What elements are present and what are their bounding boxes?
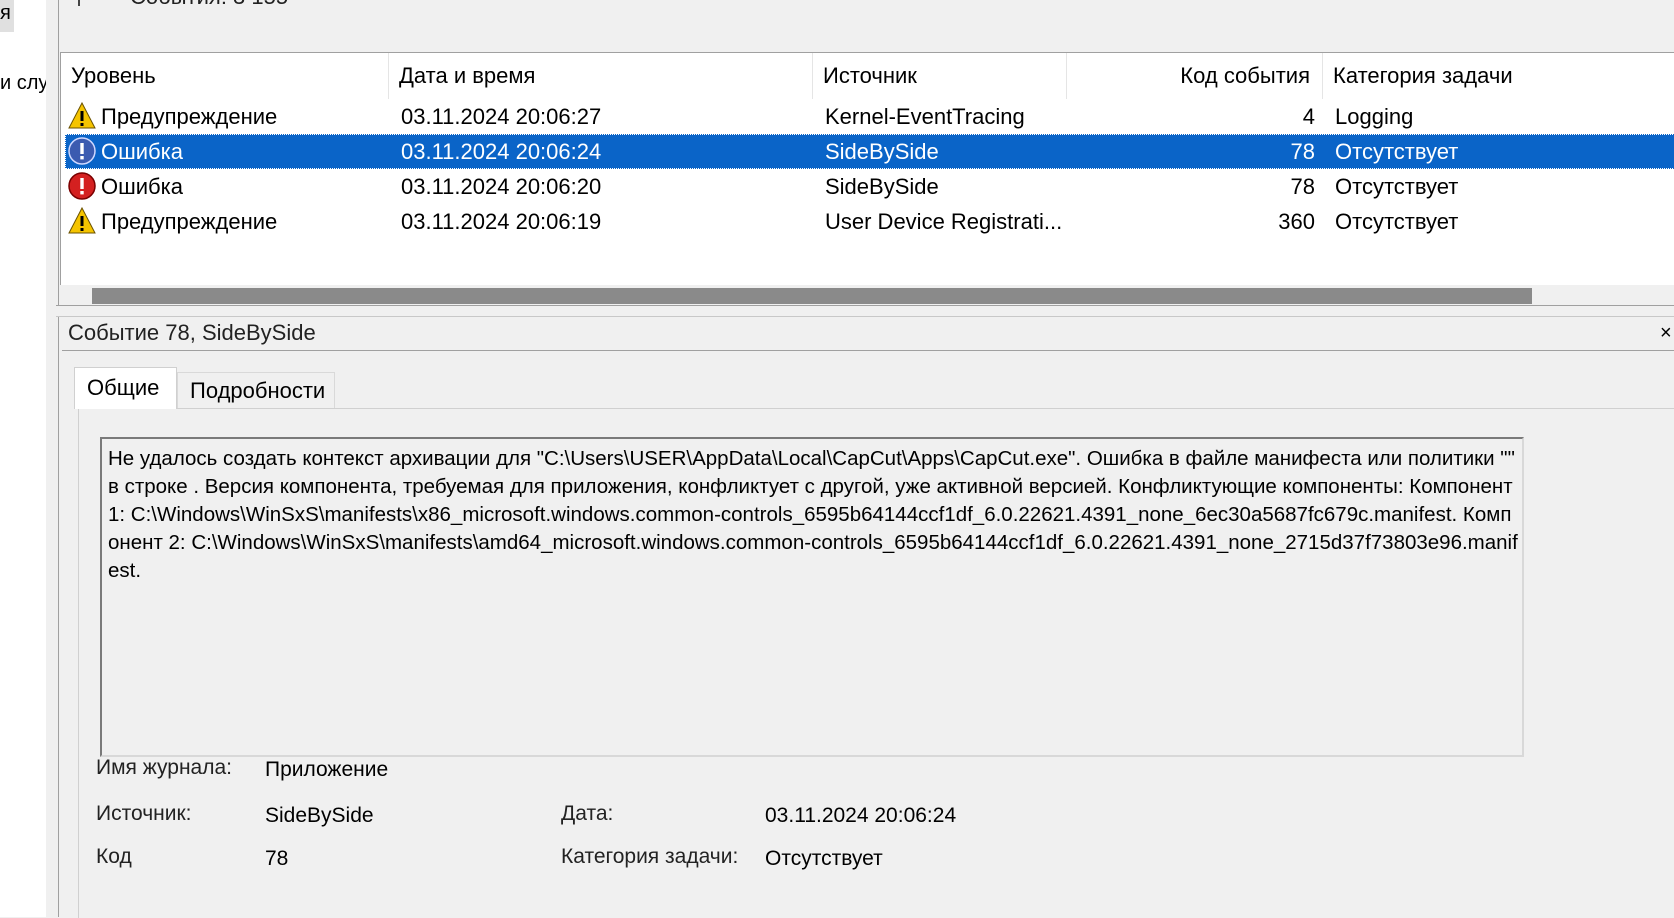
date-cell: 03.11.2024 20:06:27 [401, 104, 602, 129]
close-icon[interactable]: × [1660, 322, 1672, 345]
source-label: Источник: [96, 802, 192, 825]
table-row[interactable]: Ошибка 03.11.2024 20:06:20 SideBySide 78 Отс… [65, 169, 1674, 204]
category-cell: Отсутствует [1335, 209, 1459, 234]
column-header-category[interactable]: Категория задачи [1323, 53, 1674, 99]
column-header-code[interactable]: Код события [1067, 53, 1323, 99]
detail-title: Событие 78, SideBySide [68, 320, 316, 345]
date-value[interactable]: 03.11.2024 20:06:24 [765, 804, 956, 828]
horizontal-splitter[interactable] [56, 305, 1674, 317]
event-count-bar: События: 3 155 [60, 0, 1674, 53]
level-cell: Предупреждение [101, 209, 278, 234]
log-name-label: Имя журнала: [96, 756, 233, 779]
source-cell: User Device Registrati... [825, 209, 1063, 234]
divider [62, 350, 1674, 351]
tab-general[interactable]: Общие [74, 367, 177, 409]
nav-item-label[interactable]: я [0, 2, 11, 25]
level-cell: Ошибка [101, 174, 183, 199]
level-cell: Ошибка [101, 139, 183, 164]
table-row[interactable]: Предупреждение 03.11.2024 20:06:27 Kernel-… [65, 99, 1674, 134]
event-code-cell: 4 [1302, 104, 1315, 129]
nav-item-label-2[interactable]: и слу [0, 72, 46, 95]
log-name-value[interactable]: Приложение [265, 758, 388, 782]
date-cell: 03.11.2024 20:06:20 [401, 174, 602, 199]
source-cell: Kernel-EventTracing [825, 104, 1025, 129]
event-code-value[interactable]: 78 [265, 847, 288, 871]
event-description[interactable]: Не удалось создать контекст архивации дл… [108, 445, 1518, 585]
description-box[interactable]: Не удалось создать контекст архивации дл… [100, 437, 1524, 757]
warning-icon [67, 101, 97, 131]
task-category-value[interactable]: Отсутствует [765, 847, 883, 871]
warning-icon [67, 206, 97, 236]
column-header-source[interactable]: Источник [813, 53, 1067, 99]
date-cell: 03.11.2024 20:06:24 [401, 139, 602, 164]
column-header-date[interactable]: Дата и время [389, 53, 813, 99]
event-code-cell: 360 [1278, 209, 1315, 234]
event-code-cell: 78 [1290, 139, 1315, 164]
table-row[interactable]: Предупреждение 03.11.2024 20:06:19 User De… [65, 204, 1674, 239]
table-row[interactable]: Ошибка 03.11.2024 20:06:24 SideBySide 78 Отс… [65, 134, 1674, 169]
date-cell: 03.11.2024 20:06:19 [401, 209, 602, 234]
vertical-splitter[interactable] [46, 0, 59, 917]
event-code-label: Код [96, 845, 132, 868]
event-code-cell: 78 [1290, 174, 1315, 199]
error-icon [67, 136, 97, 166]
category-cell: Отсутствует [1335, 139, 1459, 164]
filter-icon [78, 0, 86, 6]
column-header-level[interactable]: Уровень [61, 53, 389, 99]
category-cell: Logging [1335, 104, 1414, 129]
task-category-label: Категория задачи: [561, 845, 739, 868]
source-cell: SideBySide [825, 139, 939, 164]
navigation-pane[interactable]: я и слу [0, 0, 47, 917]
source-cell: SideBySide [825, 174, 939, 199]
event-list[interactable]: Уровень Дата и время Источник Код событи… [60, 53, 1674, 285]
tab-details[interactable]: Подробности [177, 372, 335, 408]
source-value[interactable]: SideBySide [265, 804, 374, 828]
date-label: Дата: [561, 802, 614, 825]
scrollbar-thumb[interactable] [92, 288, 1532, 304]
error-icon [67, 171, 97, 201]
horizontal-scrollbar[interactable] [60, 285, 1674, 305]
event-count-text: События: 3 155 [130, 0, 288, 10]
level-cell: Предупреждение [101, 104, 278, 129]
category-cell: Отсутствует [1335, 174, 1459, 199]
